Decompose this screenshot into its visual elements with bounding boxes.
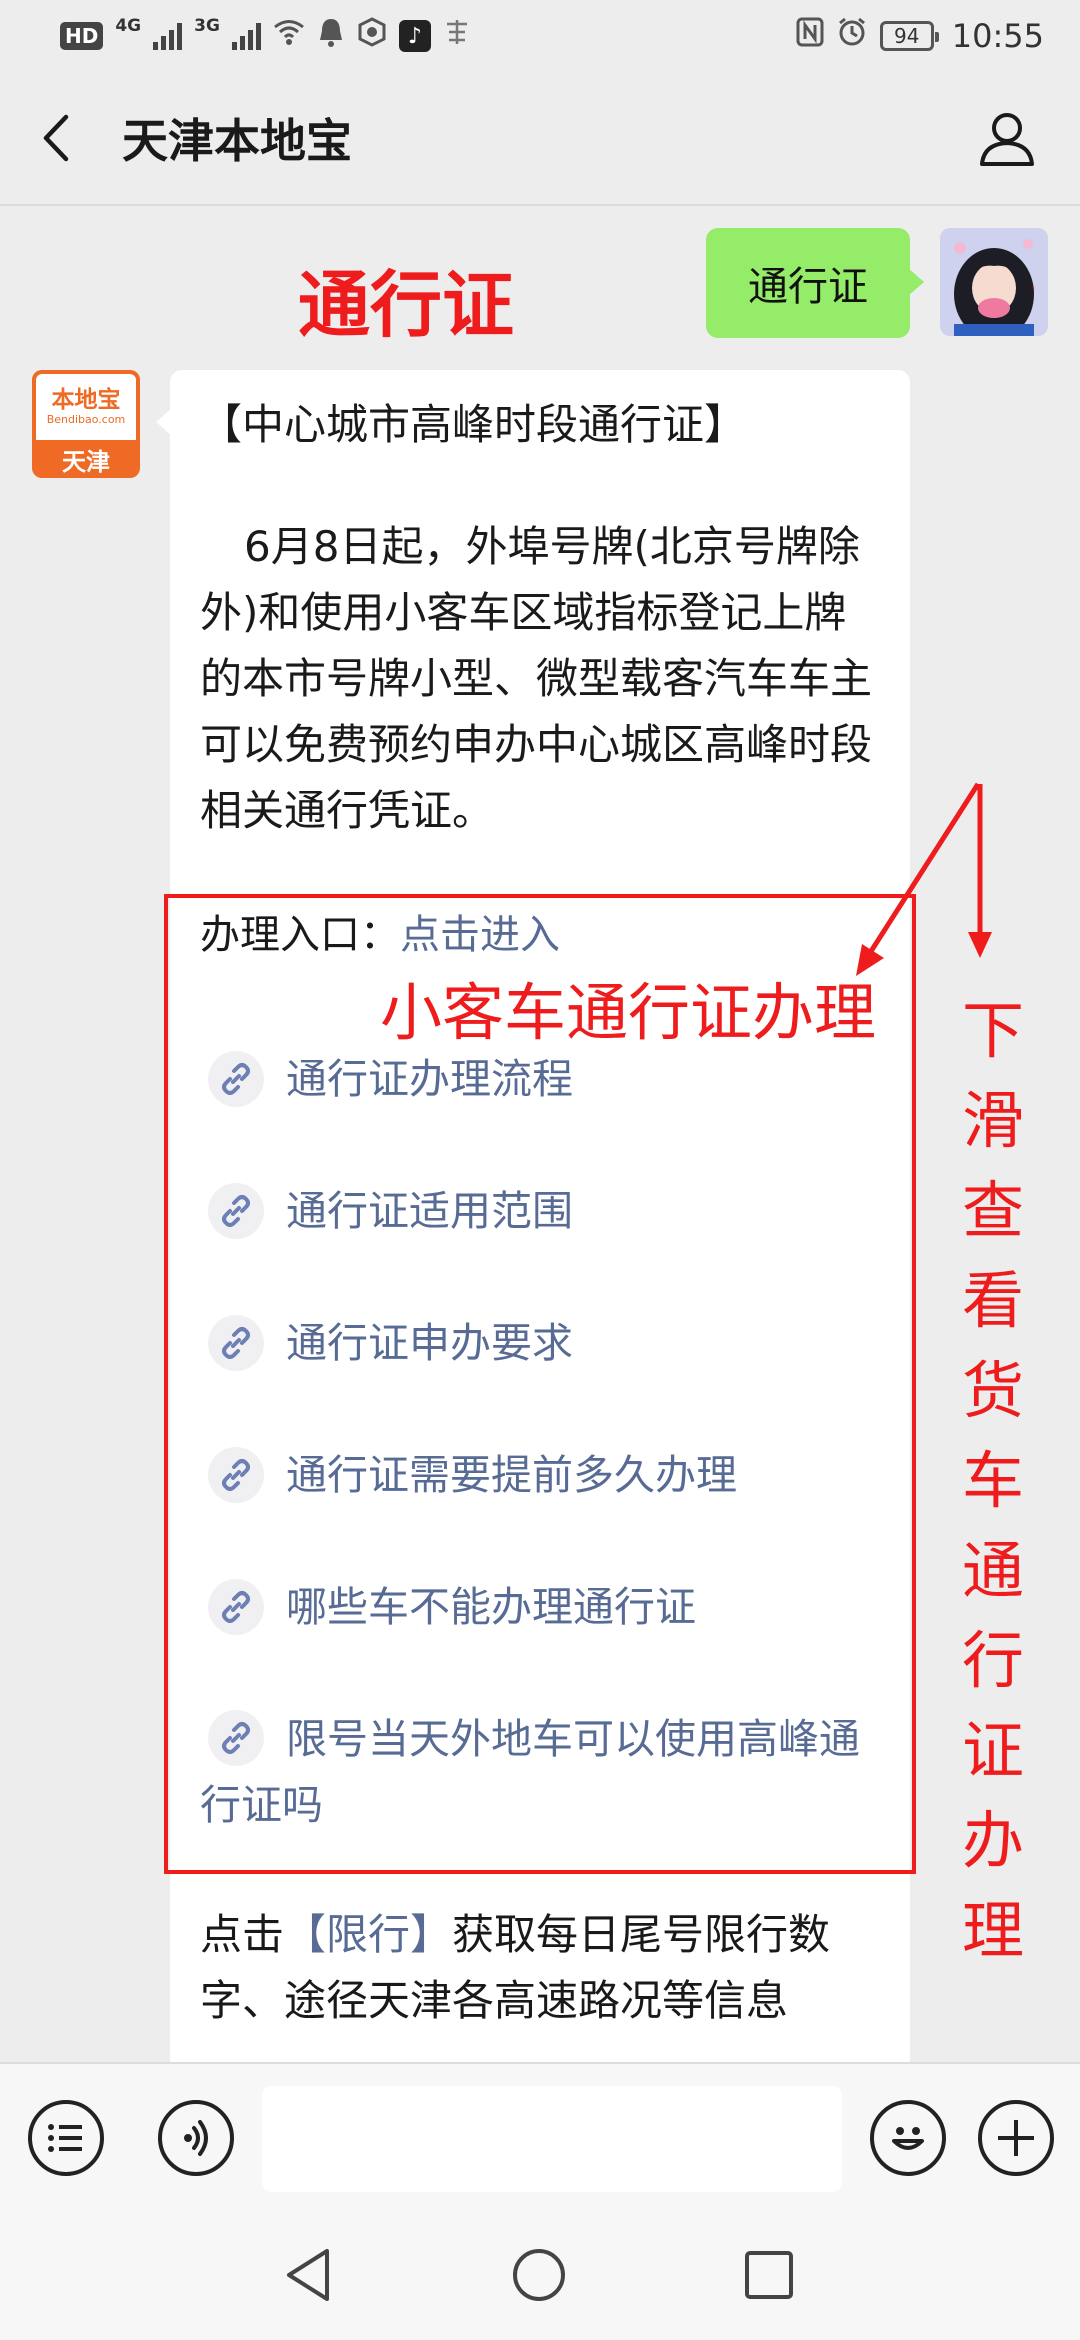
avatar-logo: 本地宝 Bendibao.com — [32, 370, 140, 440]
menu-list-icon[interactable] — [28, 2100, 104, 2176]
wifi-icon — [273, 18, 305, 54]
status-left: HD 4G 3G ♪ — [60, 16, 471, 55]
status-bar: HD 4G 3G ♪ 94 10:55 — [0, 0, 1080, 72]
car-permit-label: 小客车通行证办理 — [380, 976, 877, 1049]
status-right: 94 10:55 — [796, 16, 1044, 56]
signal-icon-2 — [231, 22, 261, 50]
avatar-logo-en: Bendibao.com — [46, 413, 126, 426]
my-avatar[interactable] — [940, 228, 1048, 336]
message-heading: 【中心城市高峰时段通行证】 — [200, 400, 747, 449]
voice-icon[interactable] — [158, 2100, 234, 2176]
avatar-logo-text: 本地宝 — [51, 387, 121, 413]
screen: HD 4G 3G ♪ 94 10:55 天津本地宝 通行证 通行证 本地宝 Be… — [0, 0, 1080, 2340]
nav-back-icon[interactable] — [276, 2242, 342, 2308]
clock-time: 10:55 — [951, 17, 1044, 55]
person-icon[interactable] — [978, 110, 1036, 168]
my-message-bubble[interactable]: 通行证 — [706, 228, 924, 338]
official-account-avatar[interactable]: 本地宝 Bendibao.com 天津 — [32, 370, 140, 478]
app-shield-icon — [357, 17, 387, 55]
app-glyph-icon — [443, 18, 471, 54]
title-bar: 天津本地宝 — [0, 72, 1080, 206]
alarm-icon — [836, 16, 868, 56]
nav-recent-icon[interactable] — [736, 2242, 802, 2308]
tiktok-icon: ♪ — [398, 20, 431, 52]
truck-permit-hint: 下滑查看货车通行证办理 — [961, 994, 1024, 1967]
chat-title: 天津本地宝 — [122, 114, 352, 168]
limit-link[interactable]: 【限行】 — [284, 1910, 452, 1959]
nfc-icon — [796, 17, 824, 55]
hd-badge: HD — [60, 22, 104, 50]
input-bar — [0, 2062, 1080, 2212]
avatar-city: 天津 — [62, 447, 110, 476]
chevron-left-icon[interactable] — [40, 114, 86, 162]
chat-area[interactable]: 通行证 通行证 本地宝 Bendibao.com 天津 【中心城市高峰时段通行证… — [0, 206, 1080, 2062]
signal-icon — [153, 22, 183, 50]
limit-row: 点击【限行】获取每日尾号限行数字、途径天津各高速路况等信息 — [200, 1902, 880, 2034]
overlay-title: 通行证 — [298, 263, 515, 347]
message-body: 6月8日起，外埠号牌(北京号牌除外)和使用小客车区域指标登记上牌的本市号牌小型、… — [200, 522, 873, 835]
system-nav-bar — [0, 2212, 1080, 2340]
network-4g-label: 4G — [115, 16, 142, 36]
battery-icon: 94 — [879, 21, 939, 51]
add-icon[interactable] — [978, 2100, 1054, 2176]
message-input[interactable] — [262, 2086, 842, 2192]
network-3g-label: 3G — [194, 16, 220, 36]
limit-prefix: 点击 — [200, 1910, 285, 1959]
emoji-icon[interactable] — [870, 2100, 946, 2176]
notification-bell-icon — [317, 17, 345, 55]
nav-home-icon[interactable] — [506, 2242, 572, 2308]
